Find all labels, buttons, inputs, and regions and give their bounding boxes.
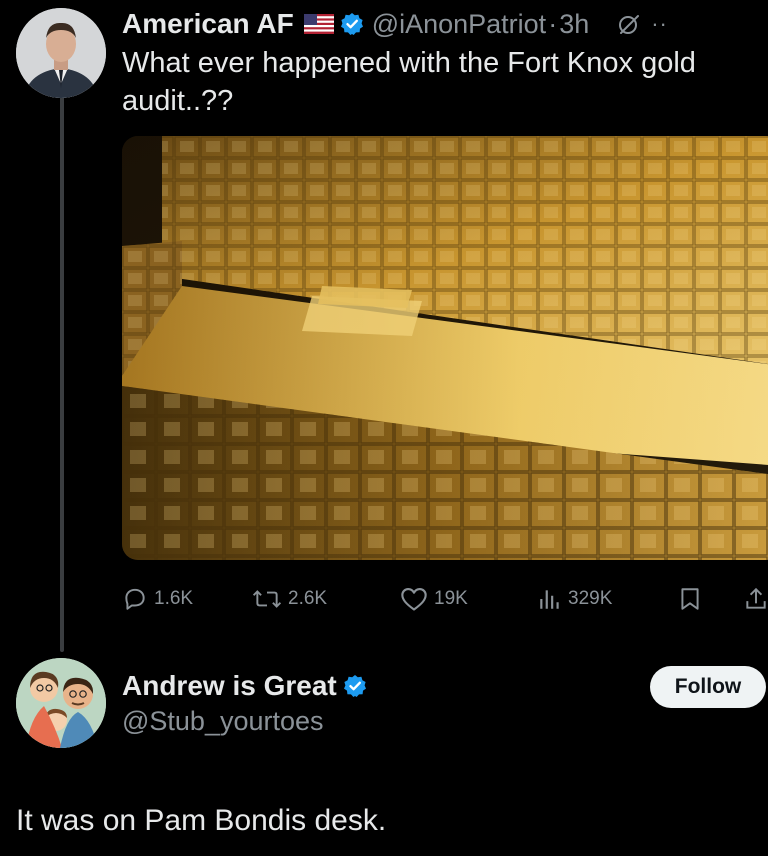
like-button[interactable]: 19K — [400, 582, 468, 616]
author-name[interactable]: American AF — [122, 8, 294, 40]
timestamp[interactable]: 3h — [559, 9, 589, 40]
reply-avatar[interactable] — [16, 658, 106, 748]
tweet-actions-bar: 1.6K 2.6K 19K 329K — [122, 582, 768, 616]
separator-dot: · — [548, 8, 558, 39]
reply-author-handle[interactable]: @Stub_yourtoes — [122, 706, 324, 737]
reply-text: It was on Pam Bondis desk. — [16, 804, 387, 837]
grok-icon[interactable] — [617, 12, 641, 36]
retweet-button[interactable]: 2.6K — [252, 582, 327, 616]
verified-badge-icon — [343, 674, 367, 698]
avatar[interactable] — [16, 8, 106, 98]
reply-button[interactable]: 1.6K — [122, 582, 193, 616]
retweet-count: 2.6K — [288, 588, 328, 609]
reply-count: 1.6K — [154, 588, 194, 609]
views-button[interactable]: 329K — [538, 582, 612, 616]
bookmark-icon — [681, 588, 699, 610]
bookmark-button[interactable] — [678, 582, 702, 616]
follow-button[interactable]: Follow — [650, 666, 766, 708]
more-icon[interactable]: ·· — [651, 11, 668, 37]
us-flag-icon — [303, 14, 334, 34]
share-icon — [746, 587, 766, 609]
retweet-icon — [252, 590, 282, 608]
author-handle[interactable]: @iAnonPatriot — [372, 9, 547, 40]
reply-icon — [125, 588, 145, 610]
view-count: 329K — [568, 588, 613, 609]
like-count: 19K — [434, 588, 468, 609]
verified-badge-icon — [340, 12, 364, 36]
thread-connector-line — [60, 96, 64, 652]
views-bar-chart-icon — [540, 590, 559, 609]
tweet-text: What ever happened with the Fort Knox go… — [122, 47, 696, 117]
heart-icon — [401, 588, 427, 611]
reply-author-name[interactable]: Andrew is Great — [122, 670, 337, 702]
share-button[interactable] — [744, 582, 768, 616]
tweet-media-image[interactable] — [122, 136, 768, 560]
